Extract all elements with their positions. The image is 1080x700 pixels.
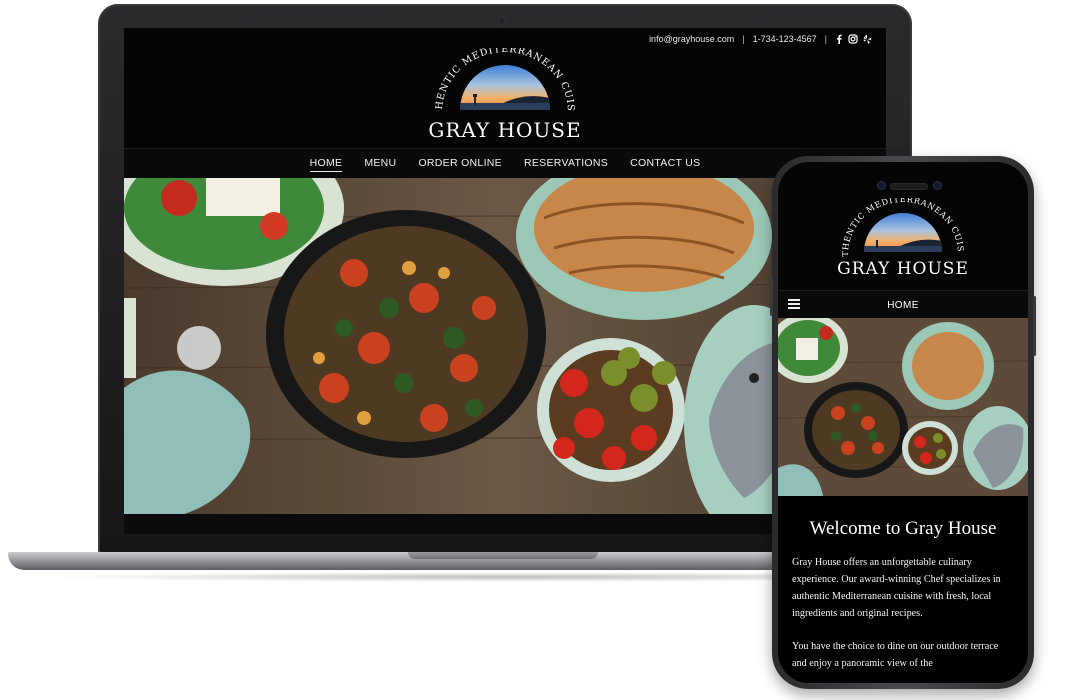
- logo-emblem: AUTHENTIC MEDITERRANEAN CUISINE: [830, 198, 965, 257]
- camera-icon: [878, 182, 885, 189]
- welcome-heading: Welcome to Gray House: [809, 518, 997, 539]
- facebook-icon[interactable]: [835, 34, 843, 44]
- logo-name: GRAY HOUSE: [428, 118, 582, 142]
- logo-emblem: AUTHENTIC MEDITERRANEAN CUISINE: [420, 48, 575, 112]
- mobile-hero-food-image: [778, 318, 1028, 496]
- phone-button: [1033, 296, 1036, 356]
- nav-reservations[interactable]: RESERVATIONS: [524, 157, 608, 171]
- welcome-paragraph: Gray House offers an unforgettable culin…: [792, 557, 1001, 619]
- hamburger-menu-icon[interactable]: [788, 299, 800, 309]
- speaker-grille: [891, 184, 927, 189]
- main-nav: HOME MENU ORDER ONLINE RESERVATIONS CONT…: [124, 148, 886, 179]
- separator: |: [742, 34, 745, 44]
- logo-name: GRAY HOUSE: [837, 259, 969, 279]
- email-link[interactable]: info@grayhouse.com: [649, 34, 734, 44]
- nav-menu[interactable]: MENU: [364, 157, 396, 171]
- camera-icon: [934, 182, 941, 189]
- instagram-icon[interactable]: [848, 34, 858, 44]
- contact-bar: info@grayhouse.com | 1-734-123-4567 |: [649, 34, 872, 44]
- phone-button: [770, 276, 773, 316]
- phone-frame: AUTHENTIC MEDITERRANEAN CUISINE GRAY HOU…: [770, 156, 1036, 689]
- welcome-paragraph: You have the choice to dine on our outdo…: [792, 641, 999, 669]
- laptop-notch: [408, 552, 598, 559]
- separator: |: [824, 34, 827, 44]
- nav-home[interactable]: HOME: [309, 157, 343, 172]
- phone-screen: AUTHENTIC MEDITERRANEAN CUISINE GRAY HOU…: [778, 162, 1028, 683]
- social-links: [835, 34, 872, 44]
- mobile-nav: HOME: [778, 290, 1028, 320]
- mobile-nav-current[interactable]: HOME: [887, 300, 919, 311]
- mobile-site-logo[interactable]: AUTHENTIC MEDITERRANEAN CUISINE GRAY HOU…: [830, 198, 976, 279]
- site-header: info@grayhouse.com | 1-734-123-4567 | HE…: [124, 28, 886, 148]
- mobile-welcome-section: Welcome to Gray House Gray House offers …: [778, 496, 1028, 683]
- phone-link[interactable]: 1-734-123-4567: [753, 34, 817, 44]
- webcam-icon: [499, 18, 505, 24]
- nav-order-online[interactable]: ORDER ONLINE: [418, 157, 502, 171]
- yelp-icon[interactable]: [863, 34, 872, 44]
- nav-contact-us[interactable]: CONTACT US: [630, 157, 700, 171]
- site-logo[interactable]: AUTHENTIC MEDITERRANEAN CUISINE GRAY HOU…: [420, 48, 590, 142]
